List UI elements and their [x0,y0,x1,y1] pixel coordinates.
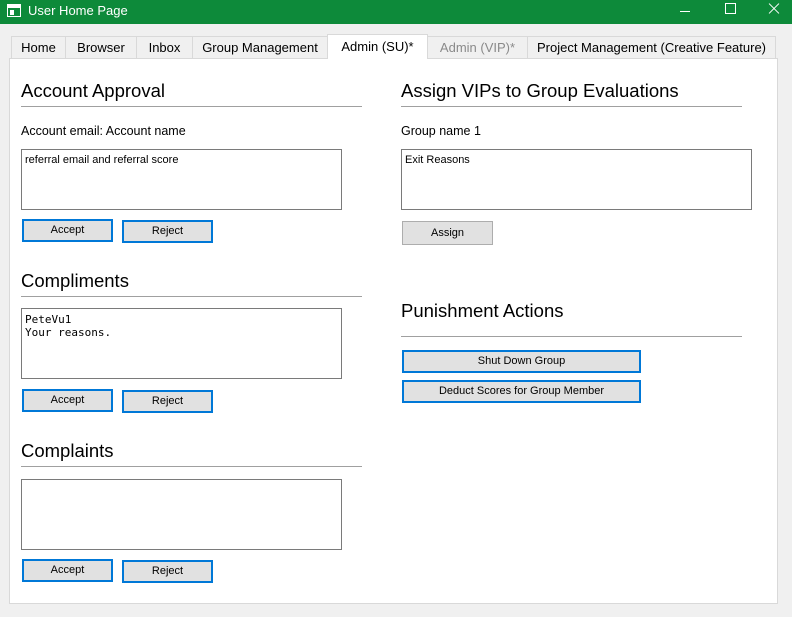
compliments-reject-button[interactable]: Reject [122,390,213,413]
punishment-heading: Punishment Actions [401,300,564,321]
group-name-label: Group name 1 [401,124,481,138]
exit-reasons-textbox[interactable]: Exit Reasons [401,149,752,210]
account-approval-divider [21,106,362,107]
complaints-divider [21,466,362,467]
tab-project-management[interactable]: Project Management (Creative Feature) [527,36,776,59]
shut-down-group-button[interactable]: Shut Down Group [402,350,641,373]
tab-admin-vip: Admin (VIP)* [427,36,528,59]
assign-vips-heading: Assign VIPs to Group Evaluations [401,80,679,101]
app-window-icon [7,4,21,17]
assign-vips-divider [401,106,742,107]
account-label: Account email: Account name [21,124,186,138]
complaints-textbox[interactable] [21,479,342,550]
assign-button[interactable]: Assign [402,221,493,245]
account-reject-button[interactable]: Reject [122,220,213,243]
close-button[interactable] [752,0,792,24]
compliments-accept-button[interactable]: Accept [22,389,113,412]
tab-browser[interactable]: Browser [65,36,137,59]
deduct-scores-button[interactable]: Deduct Scores for Group Member [402,380,641,403]
complaints-accept-button[interactable]: Accept [22,559,113,582]
complaints-heading: Complaints [21,440,114,461]
tab-home[interactable]: Home [11,36,66,59]
title-bar: User Home Page [0,0,792,24]
account-approval-textbox[interactable]: referral email and referral score [21,149,342,210]
tab-inbox[interactable]: Inbox [136,36,193,59]
account-accept-button[interactable]: Accept [22,219,113,242]
account-approval-heading: Account Approval [21,80,165,101]
complaints-reject-button[interactable]: Reject [122,560,213,583]
maximize-button[interactable] [707,0,753,24]
compliments-textbox[interactable]: PeteVu1 Your reasons. [21,308,342,379]
minimize-button[interactable] [662,0,708,24]
punishment-divider [401,336,742,337]
tab-admin-su[interactable]: Admin (SU)* [327,34,428,59]
compliments-heading: Compliments [21,270,129,291]
compliments-divider [21,296,362,297]
tab-group-management[interactable]: Group Management [192,36,328,59]
window-title: User Home Page [28,3,128,18]
